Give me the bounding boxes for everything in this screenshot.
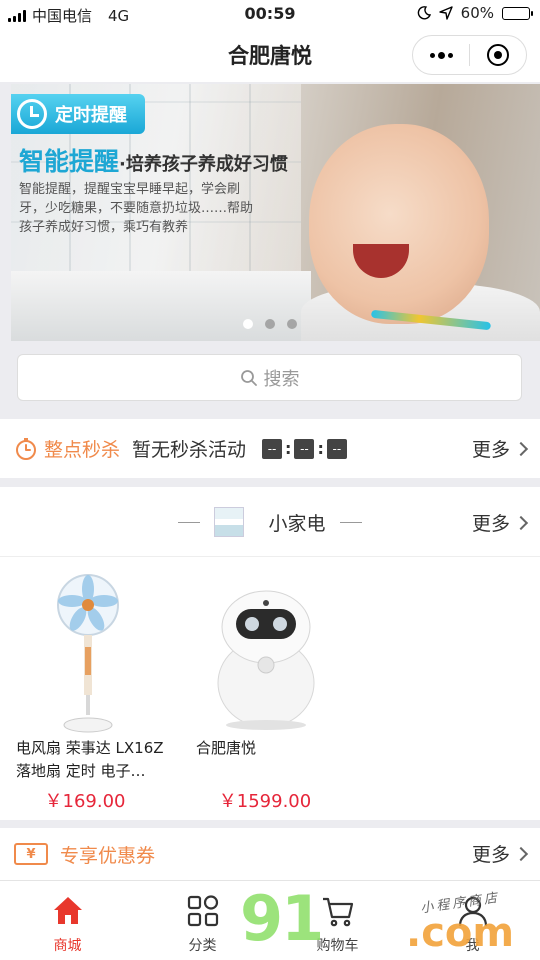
tab-label: 购物车 [316,938,359,954]
category-more-link[interactable]: 更多 [471,509,529,536]
tab-label: 商城 [53,938,82,954]
category-header: 小家电 更多 [0,487,540,557]
more-label: 更多 [471,513,510,535]
flash-sale-status: 暂无秒杀活动 [132,439,247,461]
flash-sale-title: 整点秒杀 [44,439,121,461]
chevron-right-icon [513,441,529,456]
product-name: 合肥唐悦 [196,739,257,757]
more-menu-button[interactable] [413,36,469,74]
chevron-right-icon [513,515,529,530]
tab-label: 我 [465,938,480,954]
more-dots-icon [429,51,453,59]
clock-icon [17,99,47,129]
banner-tag: 定时提醒 [11,94,145,134]
product-price: ￥169.00 [44,791,126,812]
divider-line [178,521,201,523]
countdown-colon: : [285,439,292,458]
search-placeholder: 搜索 [263,368,300,390]
banner-pager [243,319,297,329]
countdown-hours: -- [262,438,283,459]
search-icon [240,369,257,386]
status-bar: 中国电信 4G 00:59 60% [0,0,540,28]
more-label: 更多 [471,844,510,866]
banner-description: 智能提醒，提醒宝宝早睡早起，学会刷牙，少吃糖果，不要随意扔垃圾……帮助孩子养成好… [19,182,254,235]
tab-me[interactable]: 我 [405,881,540,960]
coupon-bar: ¥ 专享优惠券 更多 [0,828,540,880]
product-image-fan [57,574,119,733]
battery-percent: 60% [460,4,494,22]
search-section: 搜索 [0,342,540,418]
category-name: 小家电 [268,512,326,535]
divider-line [339,521,362,523]
close-miniprogram-button[interactable] [470,36,526,74]
tab-cart[interactable]: 购物车 [270,881,405,960]
banner-headline-main: 智能提醒 [19,147,120,176]
banner-baby-head [309,124,489,324]
countdown-minutes: -- [294,438,315,459]
category-grid-icon [187,895,218,927]
tab-label: 分类 [188,938,217,954]
status-right: 60% [417,4,533,22]
moon-icon [417,6,431,20]
tab-home[interactable]: 商城 [0,881,135,960]
coupon-title: 专享优惠券 [60,844,156,867]
more-label: 更多 [471,439,510,461]
menu-capsule [412,35,527,75]
product-image-robot [217,590,315,730]
pager-dot[interactable] [287,319,297,329]
flash-sale-more-link[interactable]: 更多 [471,435,529,462]
tab-category[interactable]: 分类 [135,881,270,960]
search-input[interactable]: 搜索 [17,354,522,401]
product-card[interactable]: 电风扇 荣事达 LX16Z落地扇 定时 电子… ￥169.00 [0,557,170,820]
product-price: ￥1599.00 [218,791,312,812]
banner-tag-label: 定时提醒 [55,105,127,126]
user-icon [458,896,487,927]
product-card[interactable]: 合肥唐悦 ￥1599.00 [180,557,350,820]
countdown-seconds: -- [326,438,347,459]
pager-dot[interactable] [265,319,275,329]
coupon-more-link[interactable]: 更多 [471,840,529,867]
nav-bar: 合肥唐悦 [0,28,540,82]
cart-icon [322,897,353,927]
banner-headline-sub: ·培养孩子养成好习惯 [119,154,288,175]
category-thumbnail [214,507,245,537]
banner-headline: 智能提醒·培养孩子养成好习惯 [19,142,288,178]
bottom-tab-bar: 商城 分类 购物车 我 [0,880,540,960]
product-list: 电风扇 荣事达 LX16Z落地扇 定时 电子… ￥169.00 合肥唐悦 ￥15… [0,557,540,820]
flash-sale-bar: 整点秒杀 暂无秒杀活动 -- : -- : -- 更多 [0,419,540,478]
product-name: 电风扇 荣事达 LX16Z落地扇 定时 电子… [16,739,164,780]
category-title-group: 小家电 [0,507,540,537]
location-arrow-icon [438,6,453,20]
battery-icon [502,6,533,20]
target-icon [487,44,509,66]
chevron-right-icon [513,846,529,861]
home-icon [53,897,82,924]
pager-dot[interactable] [243,319,253,329]
countdown-colon: : [317,439,324,458]
coupon-icon: ¥ [14,843,48,865]
banner-carousel[interactable]: 定时提醒 智能提醒·培养孩子养成好习惯 智能提醒，提醒宝宝早睡早起，学会刷牙，少… [11,84,540,341]
stopwatch-icon [16,437,36,460]
banner-sink [11,271,311,341]
countdown-timer: -- : -- : -- [262,438,347,459]
